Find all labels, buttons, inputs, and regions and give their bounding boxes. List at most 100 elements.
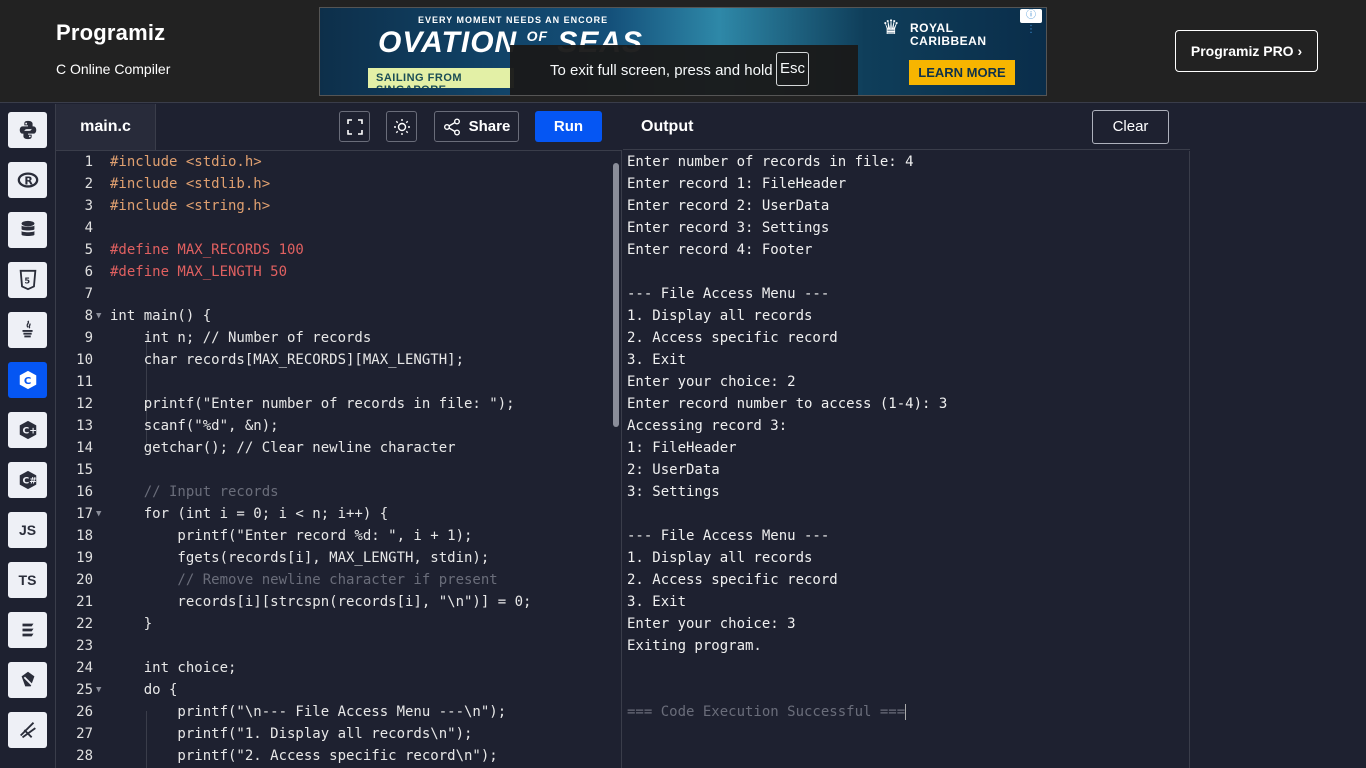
code-line: 26 printf("\n--- File Access Menu ---\n"…: [76, 704, 507, 720]
programiz-logo[interactable]: Programiz: [56, 20, 165, 46]
code-line: 16 // Input records: [76, 484, 279, 500]
output-line: 2: UserData: [627, 462, 720, 478]
output-line: 3. Exit: [627, 352, 687, 368]
code-line: 21 records[i][strcspn(records[i], "\n")]…: [76, 594, 532, 610]
editor-toolbar: main.c Share Run: [56, 104, 622, 150]
esc-key-badge: Esc: [776, 52, 809, 86]
ad-sailing-text: SAILING FROM SINGAPORE: [368, 68, 514, 88]
code-line: 17 ▼ for (int i = 0; i < n; i++) {: [56, 503, 616, 525]
output-line: Enter record 4: Footer: [627, 242, 813, 258]
code-line: 2 #include <stdlib.h>: [84, 176, 271, 192]
page-subtitle: C Online Compiler: [56, 61, 171, 77]
code-line: 9 int n; // Number of records: [84, 330, 372, 346]
r-icon[interactable]: R: [8, 162, 47, 198]
output-line: 3. Exit: [627, 594, 687, 610]
output-line: 3: Settings: [627, 484, 720, 500]
ad-info-icon[interactable]: ⓘ ⋮: [1020, 9, 1042, 35]
share-button[interactable]: Share: [434, 111, 519, 142]
editor-scrollbar[interactable]: [613, 163, 619, 427]
output-line: Enter your choice: 2: [627, 374, 796, 390]
code-line: 13 scanf("%d", &n);: [76, 418, 279, 434]
language-sidebar: R 5 C C+ C# JS TS: [0, 104, 56, 768]
code-line: 12 printf("Enter number of records in fi…: [76, 396, 515, 412]
execution-status-line: === Code Execution Successful ===: [627, 704, 907, 720]
php-icon[interactable]: [8, 662, 47, 698]
output-line: Accessing record 3:: [627, 418, 788, 434]
share-label: Share: [468, 118, 511, 135]
output-line: 2. Access specific record: [627, 572, 838, 588]
output-line: Enter record 2: UserData: [627, 198, 830, 214]
js-icon[interactable]: JS: [8, 512, 47, 548]
ad-brand: ♛ ROYAL CARIBBEAN: [882, 17, 987, 48]
code-line: 8 ▼ int main() {: [56, 305, 616, 327]
code-line: 5 #define MAX_RECORDS 100: [84, 242, 304, 258]
share-icon: [443, 118, 460, 135]
output-line: 2. Access specific record: [627, 330, 838, 346]
sun-icon: [393, 118, 410, 135]
svg-text:C#: C#: [22, 476, 37, 487]
c-icon[interactable]: C: [8, 362, 47, 398]
output-line: Enter record number to access (1-4): 3: [627, 396, 948, 412]
fullscreen-button[interactable]: [339, 111, 370, 142]
output-line: 1: FileHeader: [627, 440, 737, 456]
code-line: 11: [76, 374, 93, 390]
file-tab-main-c[interactable]: main.c: [56, 104, 156, 150]
output-header: Output Clear: [623, 104, 1190, 150]
code-line: 24 int choice;: [76, 660, 237, 676]
output-console[interactable]: Enter number of records in file: 4 Enter …: [623, 151, 1190, 768]
output-line: Enter your choice: 3: [627, 616, 796, 632]
code-line: 15: [76, 462, 93, 478]
svg-text:5: 5: [24, 276, 30, 286]
go-icon[interactable]: [8, 612, 47, 648]
output-line: Exiting program.: [627, 638, 762, 654]
output-line: --- File Access Menu ---: [627, 528, 830, 544]
ts-icon[interactable]: TS: [8, 562, 47, 598]
right-blank-panel: [1191, 104, 1366, 768]
code-line: 4: [84, 220, 93, 236]
code-editor[interactable]: 1 #include <stdio.h> 2 #include <stdlib.h>…: [56, 150, 622, 768]
code-line: 28 printf("2. Access specific record\n")…: [76, 748, 498, 764]
html-icon[interactable]: 5: [8, 262, 47, 298]
code-line: 23: [76, 638, 93, 654]
code-line: 25 ▼ do {: [56, 679, 616, 701]
fold-arrow-icon[interactable]: ▼: [96, 679, 101, 701]
programiz-pro-button[interactable]: Programiz PRO ›: [1175, 30, 1318, 72]
output-line: 1. Display all records: [627, 308, 813, 324]
sql-icon[interactable]: [8, 212, 47, 248]
code-line: 6 #define MAX_LENGTH 50: [84, 264, 288, 280]
theme-toggle-button[interactable]: [386, 111, 417, 142]
code-line: 20 // Remove newline character if presen…: [76, 572, 498, 588]
top-header: Programiz C Online Compiler EVERY MOMENT…: [0, 0, 1366, 103]
text-caret: [905, 704, 907, 720]
code-line: 3 #include <string.h>: [84, 198, 271, 214]
output-line: Enter number of records in file: 4: [627, 154, 914, 170]
java-icon[interactable]: [8, 312, 47, 348]
fullscreen-tip-text: To exit full screen, press and hold: [550, 62, 773, 79]
cpp-icon[interactable]: C+: [8, 412, 47, 448]
svg-text:C: C: [23, 376, 30, 387]
fold-arrow-icon[interactable]: ▼: [96, 305, 101, 327]
output-line: Enter record 1: FileHeader: [627, 176, 847, 192]
output-line: Enter record 3: Settings: [627, 220, 830, 236]
output-title: Output: [641, 118, 694, 135]
clear-button[interactable]: Clear: [1092, 110, 1169, 144]
fullscreen-icon: [346, 118, 363, 135]
fold-arrow-icon[interactable]: ▼: [96, 503, 101, 525]
code-line: 27 printf("1. Display all records\n");: [76, 726, 473, 742]
csharp-icon[interactable]: C#: [8, 462, 47, 498]
logo-text: Programiz: [56, 20, 166, 45]
swift-icon[interactable]: [8, 712, 47, 748]
code-line: 7: [84, 286, 93, 302]
ad-learn-more-button[interactable]: LEARN MORE: [909, 60, 1015, 85]
code-line: 10 char records[MAX_RECORDS][MAX_LENGTH]…: [76, 352, 465, 368]
python-icon[interactable]: [8, 112, 47, 148]
output-line: --- File Access Menu ---: [627, 286, 830, 302]
code-line: 14 getchar(); // Clear newline character: [76, 440, 456, 456]
ad-tagline: EVERY MOMENT NEEDS AN ENCORE: [418, 15, 609, 25]
svg-text:C+: C+: [22, 426, 36, 437]
fullscreen-exit-tooltip: To exit full screen, press and hold Esc: [510, 45, 858, 95]
svg-text:R: R: [24, 175, 33, 188]
run-button[interactable]: Run: [535, 111, 602, 142]
crown-icon: ♛: [882, 17, 901, 39]
code-line: 19 fgets(records[i], MAX_LENGTH, stdin);: [76, 550, 490, 566]
